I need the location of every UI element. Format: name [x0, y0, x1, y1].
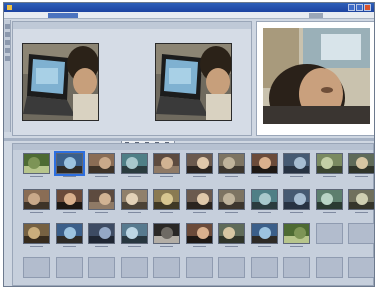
- clip-thumbnail[interactable]: [153, 189, 180, 210]
- clip-thumbnail[interactable]: [315, 189, 343, 210]
- clip-caption: [56, 175, 83, 178]
- empty-clip-slot[interactable]: [250, 257, 278, 278]
- tool-button[interactable]: [5, 48, 10, 53]
- clip-thumbnail[interactable]: [250, 223, 278, 244]
- app-window: [3, 2, 375, 287]
- clip-thumbnail[interactable]: [185, 223, 213, 244]
- clip-thumbnail[interactable]: [315, 153, 343, 174]
- clip-thumbnail[interactable]: [55, 189, 83, 210]
- clip-thumbnail[interactable]: [283, 189, 310, 210]
- clip-thumbnail[interactable]: [88, 153, 115, 174]
- editor-panel: [12, 21, 252, 154]
- clip-caption: [23, 175, 50, 178]
- empty-clip-slot[interactable]: [315, 223, 343, 244]
- menu-bar: [4, 12, 374, 19]
- clip-caption: [283, 245, 310, 248]
- clip-thumbnail[interactable]: [120, 153, 148, 174]
- clip-thumbnail[interactable]: [185, 189, 213, 210]
- clip-caption: [23, 211, 50, 214]
- clip-caption: [121, 245, 148, 248]
- editor-panel-header: [13, 22, 251, 29]
- app-icon: [7, 5, 12, 10]
- clip-caption: [153, 245, 180, 248]
- clip-thumbnail[interactable]: [283, 153, 310, 174]
- clip-caption: [56, 245, 83, 248]
- clip-caption: [348, 211, 374, 214]
- tool-button[interactable]: [5, 40, 10, 45]
- empty-clip-slot[interactable]: [315, 257, 343, 278]
- clip-thumbnail[interactable]: [53, 151, 85, 176]
- clip-thumbnail[interactable]: [218, 189, 245, 210]
- preview-image: [263, 28, 370, 124]
- clip-thumbnail[interactable]: [88, 189, 115, 210]
- clip-thumbnail[interactable]: [348, 189, 374, 210]
- tool-button[interactable]: [5, 56, 10, 61]
- clip-caption: [348, 175, 374, 178]
- clip-bin-header: [13, 144, 373, 150]
- clip-caption: [88, 175, 115, 178]
- clip-caption: [218, 175, 245, 178]
- clip-caption: [186, 245, 213, 248]
- clip-caption: [153, 175, 180, 178]
- clip-thumbnail[interactable]: [185, 153, 213, 174]
- panel-splitter[interactable]: [4, 138, 374, 141]
- clip-caption: [121, 211, 148, 214]
- clip-caption: [283, 175, 310, 178]
- clip-caption: [186, 175, 213, 178]
- minimize-button[interactable]: [348, 4, 355, 11]
- clip-caption: [251, 245, 278, 248]
- clip-caption: [316, 211, 343, 214]
- clip-thumbnail[interactable]: [348, 153, 374, 174]
- clip-caption: [153, 211, 180, 214]
- clip-caption: [186, 211, 213, 214]
- empty-clip-slot[interactable]: [348, 223, 374, 244]
- clip-caption: [218, 211, 245, 214]
- clip-caption: [23, 245, 50, 248]
- clip-caption: [251, 175, 278, 178]
- clip-thumbnail[interactable]: [23, 223, 50, 244]
- clip-caption: [283, 211, 310, 214]
- tool-button[interactable]: [5, 24, 10, 29]
- empty-clip-slot[interactable]: [348, 257, 374, 278]
- program-monitor[interactable]: [155, 43, 232, 121]
- clip-thumbnail[interactable]: [55, 223, 83, 244]
- title-bar: [4, 3, 374, 12]
- clip-caption: [88, 245, 115, 248]
- clip-caption: [251, 211, 278, 214]
- clip-thumbnail[interactable]: [153, 223, 180, 244]
- clip-caption: [316, 175, 343, 178]
- empty-clip-slot[interactable]: [55, 257, 83, 278]
- clip-thumbnail[interactable]: [218, 223, 245, 244]
- clip-thumbnail[interactable]: [283, 223, 310, 244]
- clip-thumbnail[interactable]: [120, 223, 148, 244]
- source-monitor[interactable]: [22, 43, 99, 121]
- empty-clip-slot[interactable]: [120, 257, 148, 278]
- empty-clip-slot[interactable]: [185, 257, 213, 278]
- clip-thumbnail[interactable]: [23, 153, 50, 174]
- preview-viewer[interactable]: [256, 21, 374, 136]
- menu-tab-right[interactable]: [309, 13, 323, 18]
- clip-thumbnail[interactable]: [250, 189, 278, 210]
- maximize-button[interactable]: [356, 4, 363, 11]
- empty-clip-slot[interactable]: [23, 257, 50, 278]
- empty-clip-slot[interactable]: [153, 257, 180, 278]
- clip-thumbnail[interactable]: [120, 189, 148, 210]
- tool-strip: [4, 20, 11, 132]
- empty-clip-slot[interactable]: [88, 257, 115, 278]
- empty-clip-slot[interactable]: [218, 257, 245, 278]
- active-menu-tab[interactable]: [48, 13, 78, 18]
- clip-thumbnail[interactable]: [153, 153, 180, 174]
- tool-button[interactable]: [5, 32, 10, 37]
- empty-clip-slot[interactable]: [283, 257, 310, 278]
- clip-bin: [12, 143, 374, 286]
- clip-caption: [218, 245, 245, 248]
- clip-caption: [88, 211, 115, 214]
- clip-thumbnail[interactable]: [23, 189, 50, 210]
- clip-caption: [56, 211, 83, 214]
- clip-thumbnail[interactable]: [88, 223, 115, 244]
- close-button[interactable]: [364, 4, 371, 11]
- clip-caption: [121, 175, 148, 178]
- clip-thumbnail[interactable]: [250, 153, 278, 174]
- clip-thumbnail[interactable]: [218, 153, 245, 174]
